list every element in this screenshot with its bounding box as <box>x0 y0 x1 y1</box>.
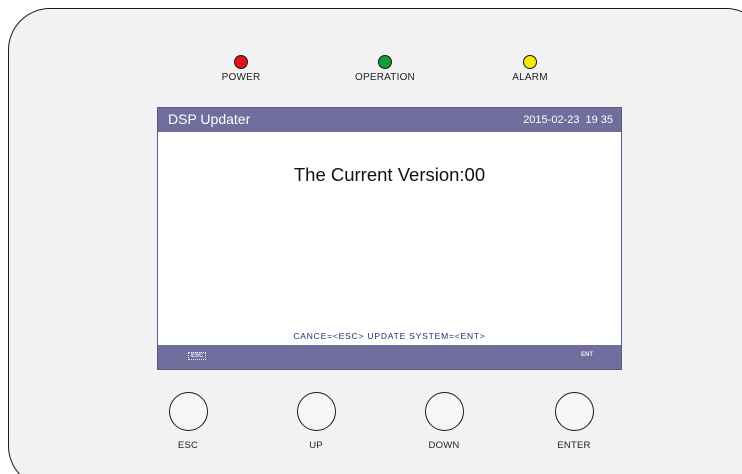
esc-button-label: ESC <box>177 440 199 451</box>
screen-footer: ESC ENT <box>158 345 621 369</box>
down-button-label: DOWN <box>428 440 460 451</box>
down-button[interactable] <box>424 392 464 431</box>
screen-datetime: 2015-02-23 19 35 <box>523 114 613 126</box>
power-label: POWER <box>221 72 261 83</box>
enter-button-label: ENTER <box>557 440 591 451</box>
enter-button[interactable] <box>554 392 594 431</box>
alarm-label: ALARM <box>512 72 548 83</box>
up-button-group: UP <box>276 392 356 451</box>
current-version-message: The Current Version:00 <box>293 164 486 185</box>
operation-indicator: OPERATION <box>325 55 445 83</box>
screen-time: 19 35 <box>585 114 613 126</box>
key-hint: CANCE=<ESC> UPDATE SYSTEM=<ENT> <box>293 331 486 341</box>
operation-label: OPERATION <box>355 72 415 83</box>
power-indicator: POWER <box>181 55 301 83</box>
footer-esc-key: ESC <box>188 352 207 360</box>
screen-header: DSP Updater 2015-02-23 19 35 <box>158 108 621 132</box>
up-button[interactable] <box>296 392 336 431</box>
esc-button[interactable] <box>168 392 208 431</box>
inverter-panel: POWER OPERATION ALARM DSP Updater 2015-0… <box>8 8 742 474</box>
down-button-group: DOWN <box>404 392 484 451</box>
footer-ent-key: ENT <box>581 352 593 358</box>
lcd-screen: DSP Updater 2015-02-23 19 35 The Current … <box>157 107 622 370</box>
operation-led-icon <box>378 55 392 69</box>
alarm-indicator: ALARM <box>470 55 590 83</box>
alarm-led-icon <box>523 55 537 69</box>
screen-date: 2015-02-23 <box>523 114 580 126</box>
power-led-icon <box>234 55 248 69</box>
screen-title: DSP Updater <box>168 111 251 127</box>
up-button-label: UP <box>309 440 323 451</box>
esc-button-group: ESC <box>148 392 228 451</box>
enter-button-group: ENTER <box>534 392 614 451</box>
